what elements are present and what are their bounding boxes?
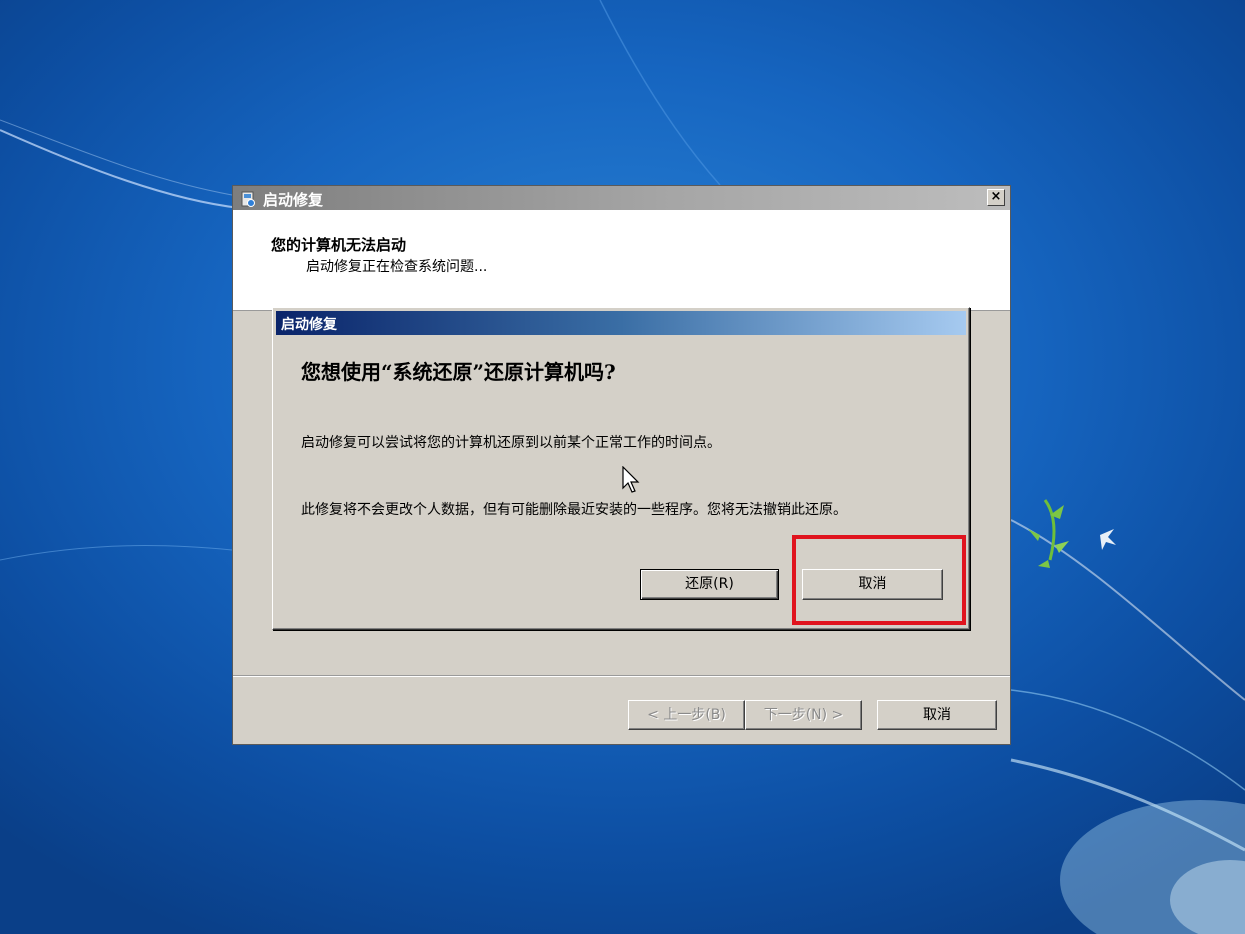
back-button[interactable]: < 上一步(B) bbox=[628, 700, 745, 730]
mouse-pointer-icon bbox=[622, 466, 640, 493]
startup-repair-icon bbox=[241, 191, 255, 207]
next-button[interactable]: 下一步(N) > bbox=[745, 700, 862, 730]
close-icon[interactable]: × bbox=[987, 189, 1005, 206]
wizard-heading: 您的计算机无法启动 bbox=[271, 236, 407, 254]
footer-divider bbox=[233, 675, 1010, 677]
window-titlebar[interactable]: 启动修复 × bbox=[233, 186, 1010, 210]
dialog-titlebar[interactable]: 启动修复 bbox=[276, 311, 966, 335]
wizard-subheading: 启动修复正在检查系统问题... bbox=[306, 259, 488, 275]
window-title: 启动修复 bbox=[263, 191, 324, 209]
highlight-box bbox=[792, 535, 966, 625]
dialog-question: 您想使用“系统还原”还原计算机吗? bbox=[301, 360, 616, 384]
dialog-description: 启动修复可以尝试将您的计算机还原到以前某个正常工作的时间点。 bbox=[301, 435, 721, 451]
wizard-header: 您的计算机无法启动 启动修复正在检查系统问题... bbox=[233, 210, 1010, 311]
dialog-title: 启动修复 bbox=[281, 317, 337, 333]
wizard-cancel-button[interactable]: 取消 bbox=[877, 700, 997, 730]
restore-button[interactable]: 还原(R) bbox=[640, 569, 779, 600]
dialog-warning-text: 此修复将不会更改个人数据，但有可能删除最近安装的一些程序。您将无法撤销此还原。 bbox=[301, 502, 847, 518]
